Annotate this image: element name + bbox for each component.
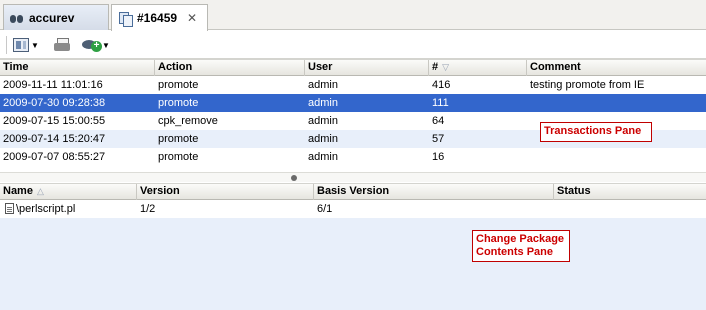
callout-line: Contents Pane [476,246,554,258]
number-cell: 111 [432,97,449,109]
action-cell: promote [158,133,199,145]
column-header-basis-version[interactable]: Basis Version [314,184,554,200]
editor-tab-bar: accurev #16459 ✕ [0,0,706,31]
column-label: # [432,61,439,73]
chevron-down-icon: ▼ [31,40,39,50]
tab-label: #16459 [137,11,178,25]
comment-cell [527,94,530,112]
pane-splitter[interactable] [0,172,706,182]
time-cell: 2009-07-07 08:55:27 [3,151,106,163]
sort-ascending-icon: △ [36,186,44,196]
layout-button[interactable]: ▼ [13,35,39,55]
table-row[interactable]: \perlscript.pl 1/2 6/1 [0,200,706,218]
action-cell: promote [158,79,199,91]
chevron-down-icon: ▼ [102,40,110,50]
printer-icon [54,38,70,52]
number-cell: 416 [432,79,451,91]
column-header-comment[interactable]: Comment [527,60,706,76]
file-icon [5,203,14,214]
splitter-handle[interactable] [291,175,297,181]
time-cell: 2009-07-14 15:20:47 [3,133,106,145]
comment-cell: testing promote from IE [530,79,645,91]
transactions-pane-callout: Transactions Pane [540,122,652,142]
view-add-icon [82,38,102,52]
callout-line: Change Package [476,233,565,245]
table-header: Name △ Version Basis Version Status [0,183,706,200]
table-row[interactable]: 2009-07-07 08:55:27 promote admin 16 [0,148,706,166]
action-cell: promote [158,151,199,163]
number-cell: 57 [432,133,445,145]
number-cell: 64 [432,115,445,127]
column-header-name[interactable]: Name △ [0,184,137,200]
action-cell: promote [158,97,199,109]
tab-accurev[interactable]: accurev [3,4,109,30]
comment-cell [527,148,530,166]
tab-change-package[interactable]: #16459 ✕ [111,4,208,31]
user-cell: admin [308,133,338,145]
time-cell: 2009-07-30 09:28:38 [3,97,106,109]
column-header-time[interactable]: Time [0,60,155,76]
action-cell: cpk_remove [158,115,218,127]
column-header-user[interactable]: User [305,60,429,76]
column-header-number[interactable]: # ▽ [429,60,527,76]
transactions-table: Time Action User # ▽ Comment 2009-11-11 1… [0,59,706,176]
table-row[interactable]: 2009-11-11 11:01:16 promote admin 416 te… [0,76,706,94]
close-icon[interactable]: ✕ [187,11,197,25]
table-header: Time Action User # ▽ Comment [0,59,706,76]
comment-cell [527,130,530,148]
copy-icon [118,11,133,27]
print-button[interactable] [54,35,70,55]
view-add-button[interactable]: ▼ [82,35,110,55]
layout-icon [13,38,29,52]
column-header-action[interactable]: Action [155,60,305,76]
file-name: \perlscript.pl [16,203,76,215]
binoculars-icon [10,11,24,25]
tab-label: accurev [29,10,75,25]
column-label: Name [3,185,33,197]
user-cell: admin [308,79,338,91]
sort-descending-icon: ▽ [442,62,450,72]
view-toolbar: ▼ ▼ [0,31,706,59]
user-cell: admin [308,97,338,109]
comment-cell [527,112,530,130]
user-cell: admin [308,151,338,163]
package-pane-callout: Change Package Contents Pane [472,230,570,262]
package-contents-body: \perlscript.pl 1/2 6/1 [0,200,706,310]
version-cell: 1/2 [140,203,156,215]
column-header-status[interactable]: Status [554,184,706,200]
status-cell [554,200,557,218]
toolbar-separator [6,36,7,54]
column-header-version[interactable]: Version [137,184,314,200]
name-cell: \perlscript.pl [2,200,75,218]
number-cell: 16 [432,151,445,163]
package-contents-table: Name △ Version Basis Version Status \perl… [0,183,706,310]
time-cell: 2009-07-15 15:00:55 [3,115,106,127]
basis-version-cell: 6/1 [317,203,333,215]
user-cell: admin [308,115,338,127]
table-row-selected[interactable]: 2009-07-30 09:28:38 promote admin 111 [0,94,706,112]
time-cell: 2009-11-11 11:01:16 [3,79,103,91]
